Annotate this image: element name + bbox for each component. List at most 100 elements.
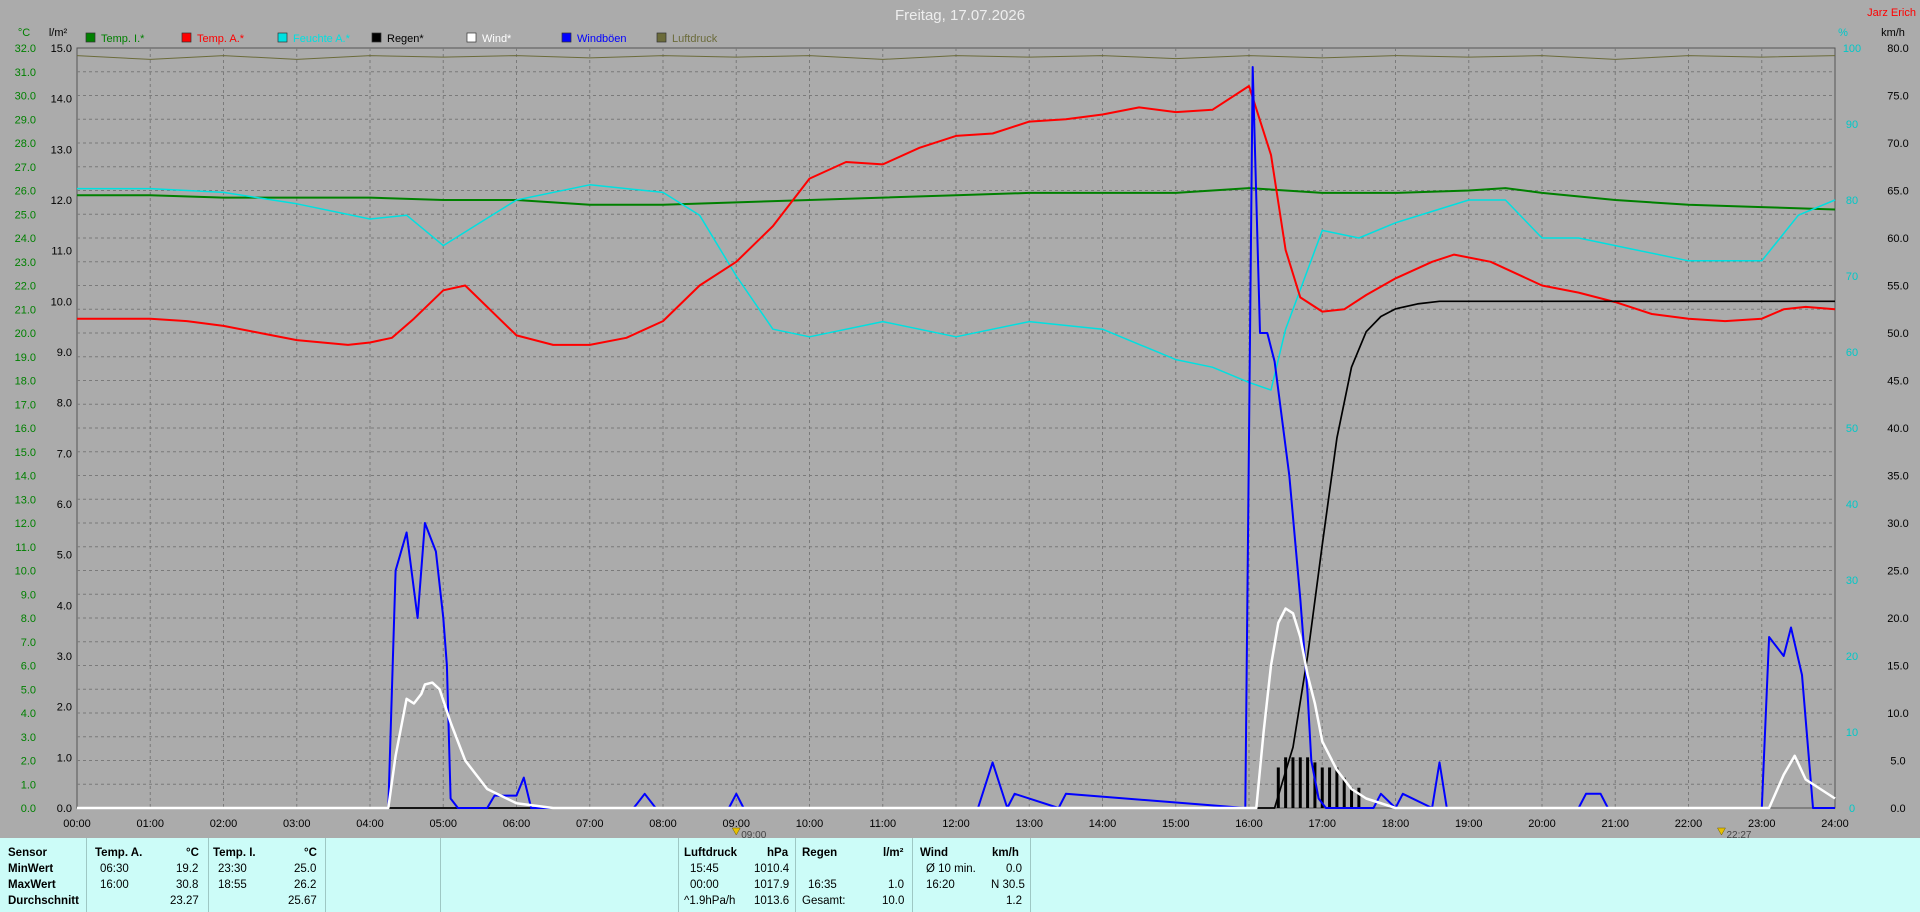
temp-tick-label: 4.0 (21, 708, 36, 720)
temp-tick-label: 20.0 (15, 328, 36, 340)
temp-i-unit: °C (304, 847, 317, 859)
legend-swatch (85, 32, 96, 43)
temp-tick-label: 11.0 (15, 542, 36, 554)
temp-a-max-time: 16:00 (100, 879, 129, 891)
page-title: Freitag, 17.07.2026 (895, 7, 1025, 24)
temp-tick-label: 13.0 (15, 494, 36, 506)
x-tick-label: 15:00 (1162, 818, 1190, 830)
x-tick-label: 17:00 (1308, 818, 1336, 830)
wind-min: 0.0 (1006, 863, 1022, 875)
temp-tick-label: 28.0 (15, 138, 36, 150)
pressure-trend: ^1.9hPa/h (684, 895, 736, 907)
humidity-tick-label: 50 (1846, 423, 1858, 435)
rain-max: 1.0 (888, 879, 904, 891)
rain-tick-label: 2.0 (57, 702, 72, 714)
rain-total: 10.0 (882, 895, 905, 907)
wind-tick-label: 45.0 (1887, 376, 1908, 388)
rain-total-label: Gesamt: (802, 895, 846, 907)
wind-avg: 1.2 (1006, 895, 1022, 907)
x-tick-label: 19:00 (1455, 818, 1483, 830)
x-tick-label: 00:00 (63, 818, 91, 830)
x-tick-label: 10:00 (796, 818, 824, 830)
legend-swatch (371, 32, 382, 43)
temp-tick-label: 21.0 (15, 304, 36, 316)
temp-tick-label: 30.0 (15, 91, 36, 103)
rain-tick-label: 10.0 (51, 296, 72, 308)
wind-tick-label: 55.0 (1887, 281, 1908, 293)
temp-i-min: 25.0 (294, 863, 317, 875)
x-tick-label: 04:00 (356, 818, 384, 830)
pressure-max: 1017.9 (754, 879, 790, 891)
wind-max: N 30.5 (991, 879, 1025, 891)
humidity-tick-label: 40 (1846, 499, 1858, 511)
legend-swatch (466, 32, 477, 43)
x-tick-label: 12:00 (942, 818, 970, 830)
marker-label: 09:00 (741, 830, 766, 838)
pressure-min: 1010.4 (754, 863, 790, 875)
temp-a-avg: 23.27 (170, 895, 199, 907)
rain-tick-label: 15.0 (51, 43, 72, 55)
x-tick-label: 22:00 (1675, 818, 1703, 830)
temp-a-unit: °C (186, 847, 199, 859)
legend-label: Wind* (482, 33, 512, 45)
humidity-tick-label: 100 (1843, 43, 1861, 55)
x-tick-label: 08:00 (649, 818, 677, 830)
rain-tick-label: 1.0 (57, 752, 72, 764)
wind-tick-label: 15.0 (1887, 661, 1908, 673)
wind-tick-label: 40.0 (1887, 423, 1908, 435)
x-tick-label: 11:00 (869, 818, 896, 830)
temp-tick-label: 19.0 (15, 352, 36, 364)
rain-tick-label: 3.0 (57, 651, 72, 663)
legend-label: Temp. A.* (197, 33, 245, 45)
humidity-tick-label: 90 (1846, 119, 1858, 131)
temp-tick-label: 15.0 (15, 447, 36, 459)
weather-chart: Freitag, 17.07.2026 Jarz Erich °C l/m² %… (15, 7, 1916, 838)
wind-tick-label: 0.0 (1890, 803, 1905, 815)
wind-min-label: Ø 10 min. (926, 863, 976, 875)
axis-ticks: 00:00 01:00 02:00 03:00 04:00 05:00 06:00 07:00… (15, 43, 1909, 830)
wind-tick-label: 10.0 (1887, 708, 1908, 720)
rain-tick-label: 9.0 (57, 347, 72, 359)
temp-tick-label: 32.0 (15, 43, 36, 55)
temp-a-min-time: 06:30 (100, 863, 129, 875)
x-tick-label: 20:00 (1528, 818, 1556, 830)
humidity-tick-label: 70 (1846, 271, 1858, 283)
temp-tick-label: 31.0 (15, 67, 36, 79)
wind-tick-label: 35.0 (1887, 471, 1908, 483)
legend-label: Feuchte A.* (293, 33, 351, 45)
temp-tick-label: 10.0 (15, 566, 36, 578)
x-tick-label: 07:00 (576, 818, 604, 830)
rain-header: Regen (802, 847, 838, 859)
temp-tick-label: 23.0 (15, 257, 36, 269)
temp-a-min: 19.2 (176, 863, 199, 875)
rain-tick-label: 13.0 (51, 144, 72, 156)
x-tick-label: 05:00 (429, 818, 457, 830)
temp-tick-label: 9.0 (21, 589, 36, 601)
x-tick-label: 23:00 (1748, 818, 1776, 830)
x-tick-label: 13:00 (1015, 818, 1043, 830)
humidity-tick-label: 10 (1846, 727, 1858, 739)
temp-a-max: 30.8 (176, 879, 199, 891)
temp-tick-label: 0.0 (21, 803, 36, 815)
x-tick-label: 21:00 (1601, 818, 1629, 830)
temp-tick-label: 14.0 (15, 471, 36, 483)
pressure-unit: hPa (767, 847, 789, 859)
row-label-sensor: Sensor (8, 847, 47, 859)
temp-tick-label: 7.0 (21, 637, 36, 649)
rain-axis-unit: l/m² (49, 27, 68, 39)
temp-tick-label: 22.0 (15, 281, 36, 293)
humidity-tick-label: 60 (1846, 347, 1858, 359)
author-label: Jarz Erich (1867, 7, 1916, 19)
legend-swatch (277, 32, 288, 43)
rain-tick-label: 12.0 (51, 195, 72, 207)
temp-tick-label: 8.0 (21, 613, 36, 625)
temp-tick-label: 27.0 (15, 162, 36, 174)
wind-tick-label: 30.0 (1887, 518, 1908, 530)
temp-tick-label: 29.0 (15, 114, 36, 126)
wind-tick-label: 50.0 (1887, 328, 1908, 340)
wind-max-time: 16:20 (926, 879, 955, 891)
wind-tick-label: 60.0 (1887, 233, 1908, 245)
temp-tick-label: 5.0 (21, 684, 36, 696)
row-label-max: MaxWert (8, 879, 56, 891)
rain-tick-label: 8.0 (57, 398, 72, 410)
